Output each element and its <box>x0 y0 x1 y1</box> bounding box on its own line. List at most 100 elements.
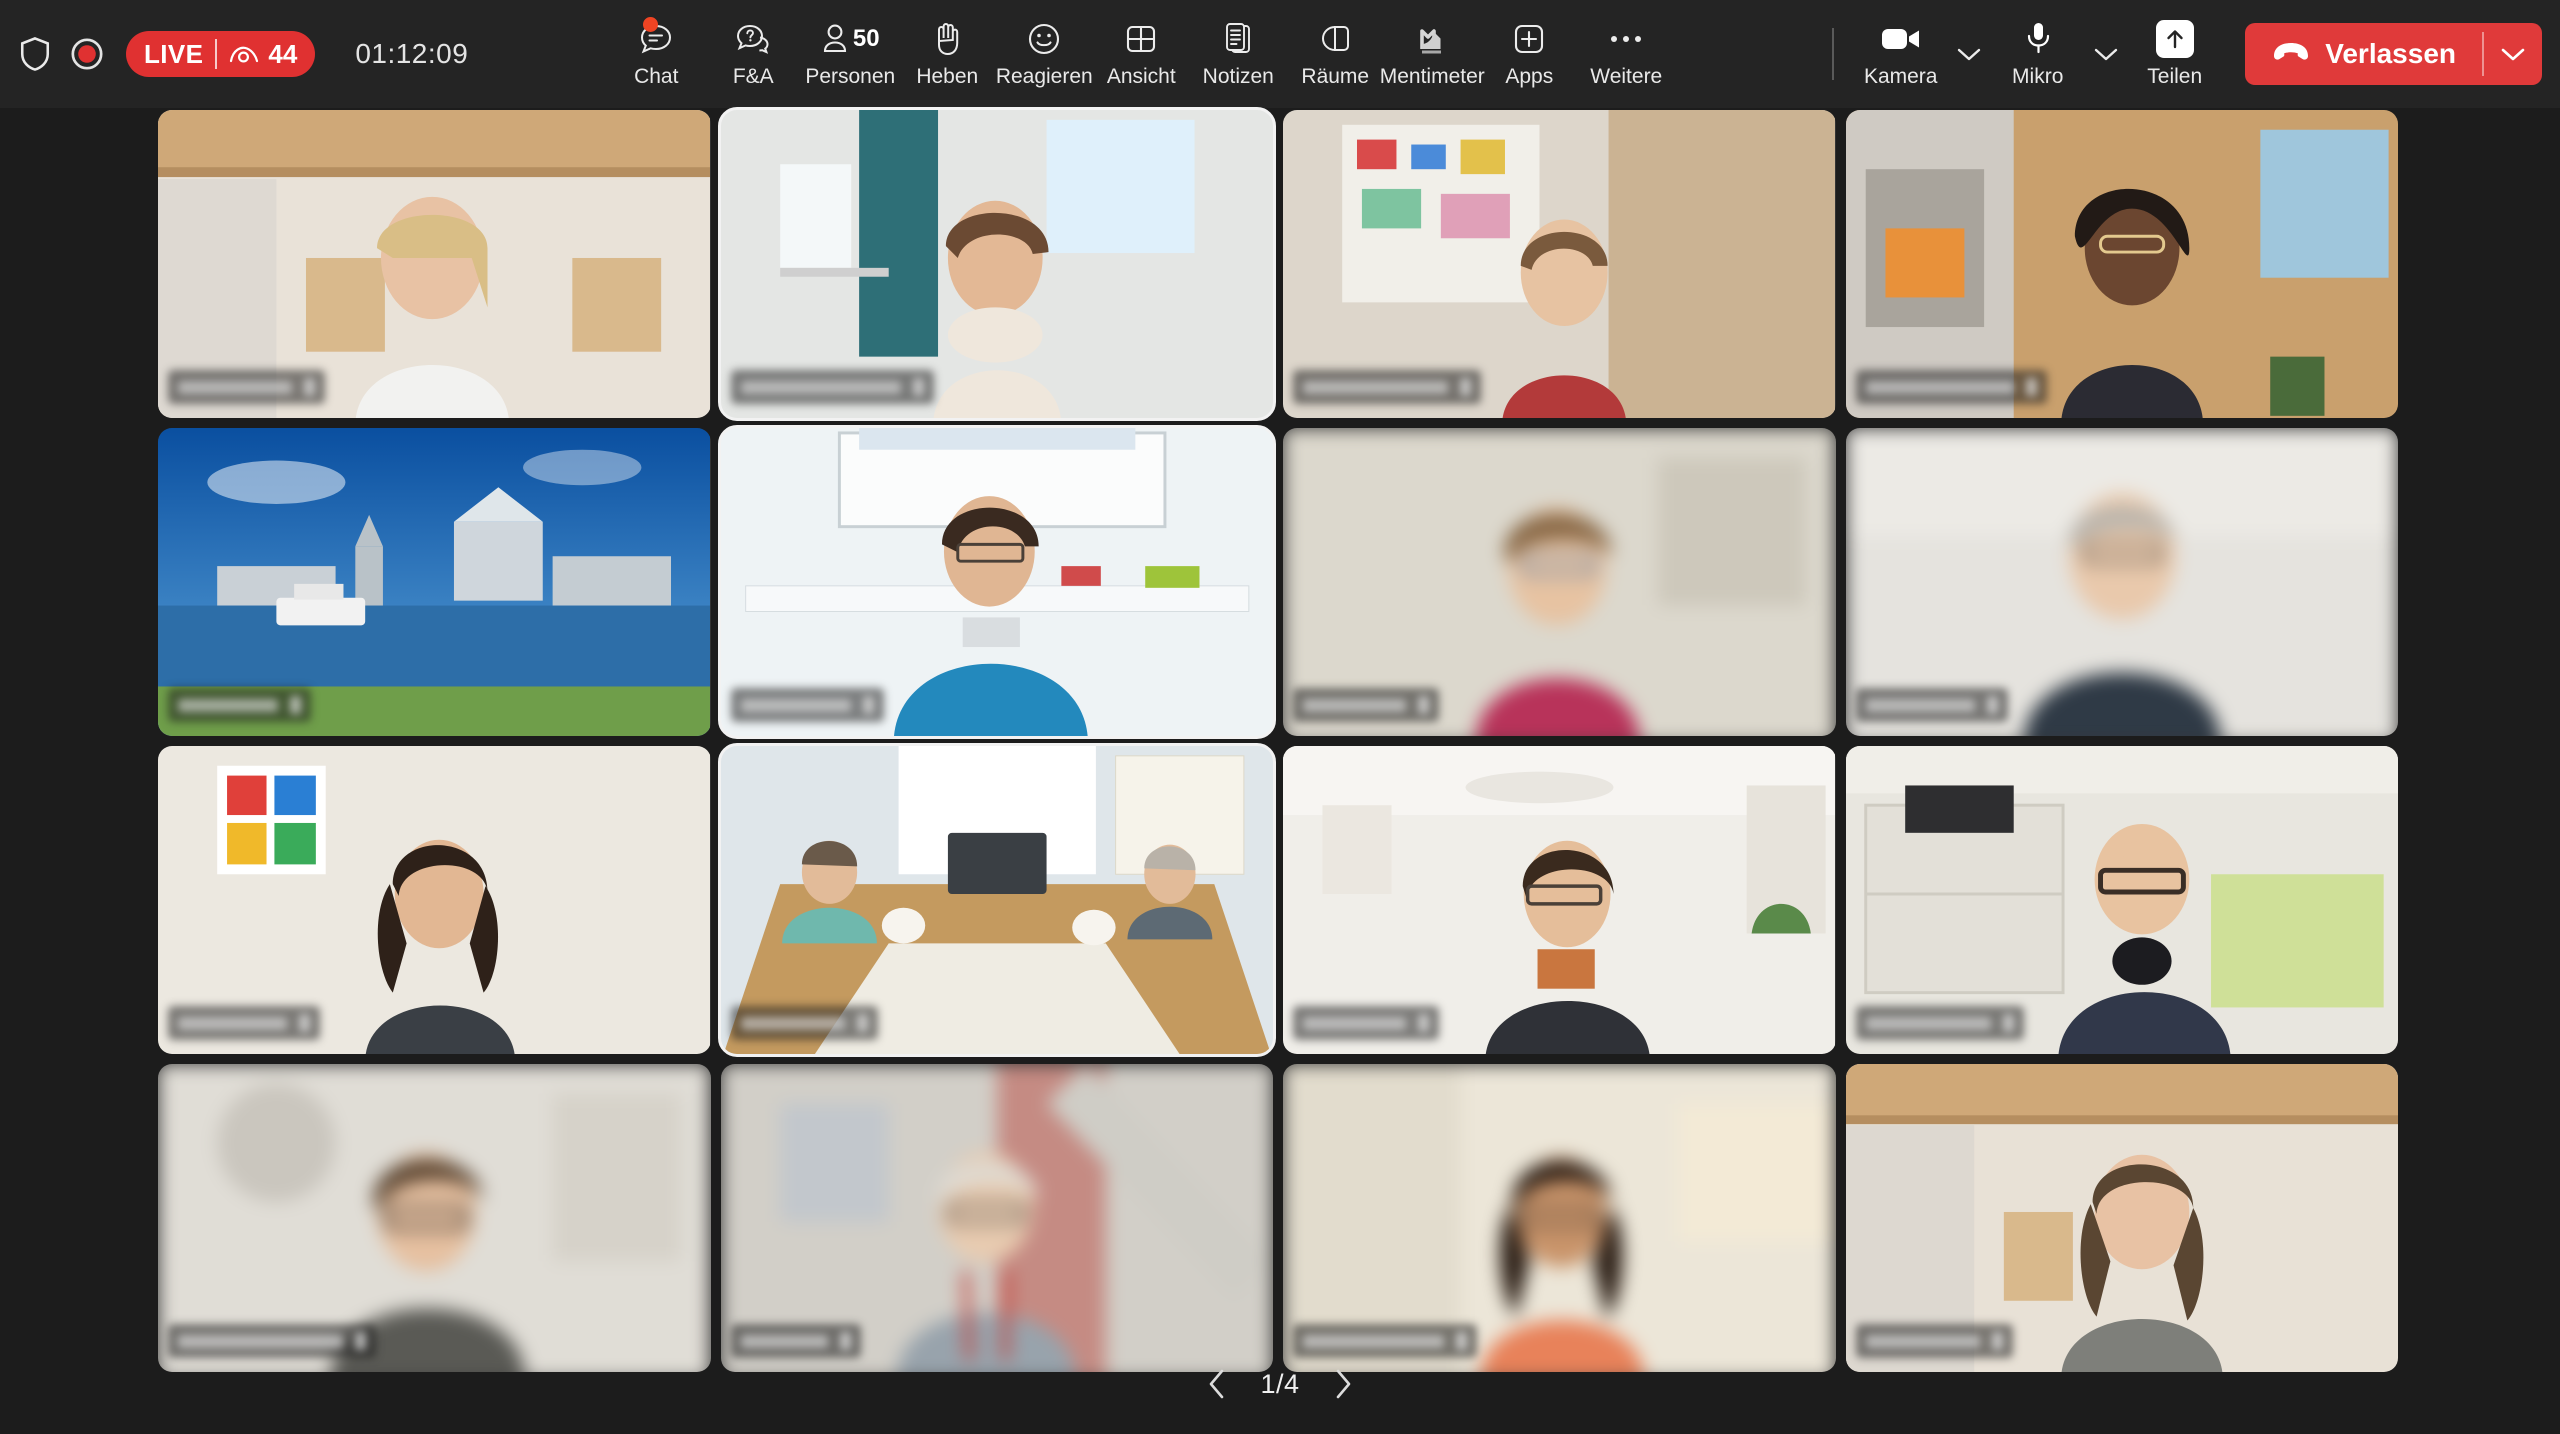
video-tile[interactable] <box>1283 110 1836 418</box>
toolbar-label-qa: F&A <box>732 65 774 88</box>
redacted-name <box>178 1016 287 1030</box>
toolbar-button-people[interactable]: 50 Personen <box>802 8 899 100</box>
mic-status-icon <box>1418 1014 1430 1032</box>
toolbar-button-notes[interactable]: Notizen <box>1190 8 1287 100</box>
video-tile[interactable] <box>1845 110 2398 418</box>
redacted-name <box>1865 1334 1980 1348</box>
toolbar-button-chat[interactable]: Chat <box>608 8 705 100</box>
participant-name-label <box>1855 370 2047 404</box>
camera-icon <box>1879 19 1923 59</box>
toolbar-label-rooms: Räume <box>1301 65 1370 88</box>
mic-status-icon <box>2003 1014 2015 1032</box>
video-tile[interactable] <box>158 1064 711 1372</box>
video-tile[interactable] <box>1283 1064 1836 1372</box>
toolbar-button-react[interactable]: Reagieren <box>996 8 1093 100</box>
participant-name-label <box>1293 1006 1440 1040</box>
toolbar-button-mentimeter[interactable]: Mentimeter <box>1380 8 1485 100</box>
microphone-options-chevron-down-icon[interactable] <box>2086 8 2126 100</box>
chevron-right-icon[interactable] <box>1326 1364 1360 1404</box>
redacted-name <box>740 1016 846 1030</box>
live-status-badge[interactable]: LIVE 44 <box>126 31 316 77</box>
toolbar-button-share[interactable]: Teilen <box>2126 8 2223 100</box>
participant-name-label <box>730 370 934 404</box>
redacted-name <box>1303 1016 1407 1030</box>
toolbar-separator <box>1832 28 1835 80</box>
participant-name-label <box>730 1324 861 1358</box>
smiley-icon <box>1025 19 1063 59</box>
chevron-left-icon[interactable] <box>1200 1364 1234 1404</box>
video-tile[interactable] <box>1845 746 2398 1054</box>
video-tile[interactable] <box>158 428 711 736</box>
toolbar-label-share: Teilen <box>2147 65 2203 88</box>
video-tile[interactable] <box>1283 428 1836 736</box>
grid-pagination: 1/4 <box>0 1364 2560 1404</box>
shield-icon[interactable] <box>18 35 52 73</box>
participant-name-label <box>168 1324 377 1358</box>
toolbar-button-more[interactable]: Weitere <box>1578 8 1675 100</box>
participant-name-label <box>168 1006 320 1040</box>
redacted-name <box>740 380 901 394</box>
video-tile[interactable] <box>717 107 1276 421</box>
mentimeter-icon <box>1415 19 1449 59</box>
toolbar-label-chat: Chat <box>634 65 679 88</box>
video-tile[interactable] <box>1845 428 2398 736</box>
mic-status-icon <box>857 1014 869 1032</box>
participant-name-label <box>730 1006 879 1040</box>
viewer-count: 44 <box>268 38 298 69</box>
redacted-name <box>740 1334 828 1348</box>
camera-options-chevron-down-icon[interactable] <box>1949 8 1989 100</box>
leave-options-chevron-down-icon[interactable] <box>2484 23 2542 85</box>
mic-status-icon <box>1418 696 1430 714</box>
toolbar-button-rooms[interactable]: Räume <box>1287 8 1384 100</box>
participant-name-label <box>1293 1324 1478 1358</box>
redacted-name <box>1865 1016 1992 1030</box>
chat-icon <box>636 17 676 59</box>
toolbar-button-apps[interactable]: Apps <box>1481 8 1578 100</box>
toolbar-button-view[interactable]: Ansicht <box>1093 8 1190 100</box>
record-icon[interactable] <box>70 37 104 71</box>
plus-square-icon <box>1511 19 1547 59</box>
toolbar-button-raise-hand[interactable]: Heben <box>899 8 996 100</box>
video-tile[interactable] <box>1845 1064 2398 1372</box>
toolbar-label-mentimeter: Mentimeter <box>1379 65 1485 88</box>
video-tile[interactable] <box>1283 746 1836 1054</box>
toolbar-left-group: LIVE 44 01:12:09 <box>0 31 468 77</box>
hangup-phone-icon <box>2271 41 2311 68</box>
participant-video-grid <box>158 107 2398 1372</box>
mic-status-icon <box>289 696 301 714</box>
toolbar-label-people: Personen <box>805 65 896 88</box>
toolbar-button-microphone[interactable]: Mikro <box>1989 8 2086 100</box>
toolbar-button-qa[interactable]: F&A <box>705 8 802 100</box>
question-chat-icon <box>733 19 773 59</box>
toolbar-label-raise-hand: Heben <box>916 65 979 88</box>
redacted-name <box>740 698 851 712</box>
mic-status-icon <box>2025 378 2037 396</box>
redacted-name <box>178 698 278 712</box>
participant-name-label <box>1855 1324 2013 1358</box>
live-divider <box>215 39 218 69</box>
video-tile[interactable] <box>717 425 1276 739</box>
leave-meeting-button[interactable]: Verlassen <box>2245 23 2542 85</box>
mic-status-icon <box>1986 696 1998 714</box>
redacted-name <box>178 1334 344 1348</box>
redacted-name <box>1865 698 1975 712</box>
breakout-rooms-icon <box>1317 19 1353 59</box>
redacted-name <box>1865 380 2014 394</box>
video-tile[interactable] <box>717 743 1276 1057</box>
microphone-icon <box>2023 19 2053 59</box>
mic-status-icon <box>862 696 874 714</box>
share-up-arrow-icon <box>2155 19 2194 59</box>
toolbar-label-microphone: Mikro <box>2012 65 2064 88</box>
toolbar-button-camera[interactable]: Kamera <box>1852 8 1949 100</box>
grid-view-icon <box>1123 19 1159 59</box>
video-tile[interactable] <box>158 110 711 418</box>
video-tile[interactable] <box>158 746 711 1054</box>
participant-name-label <box>1855 1006 2025 1040</box>
toolbar-label-notes: Notizen <box>1202 65 1274 88</box>
person-icon: 50 <box>821 19 880 59</box>
eye-icon <box>229 43 259 65</box>
top-toolbar: LIVE 44 01:12:09 Chat F&A 50 Personen He… <box>0 0 2560 108</box>
raise-hand-icon <box>929 19 965 59</box>
leave-label: Verlassen <box>2325 38 2456 69</box>
video-tile[interactable] <box>720 1064 1273 1372</box>
